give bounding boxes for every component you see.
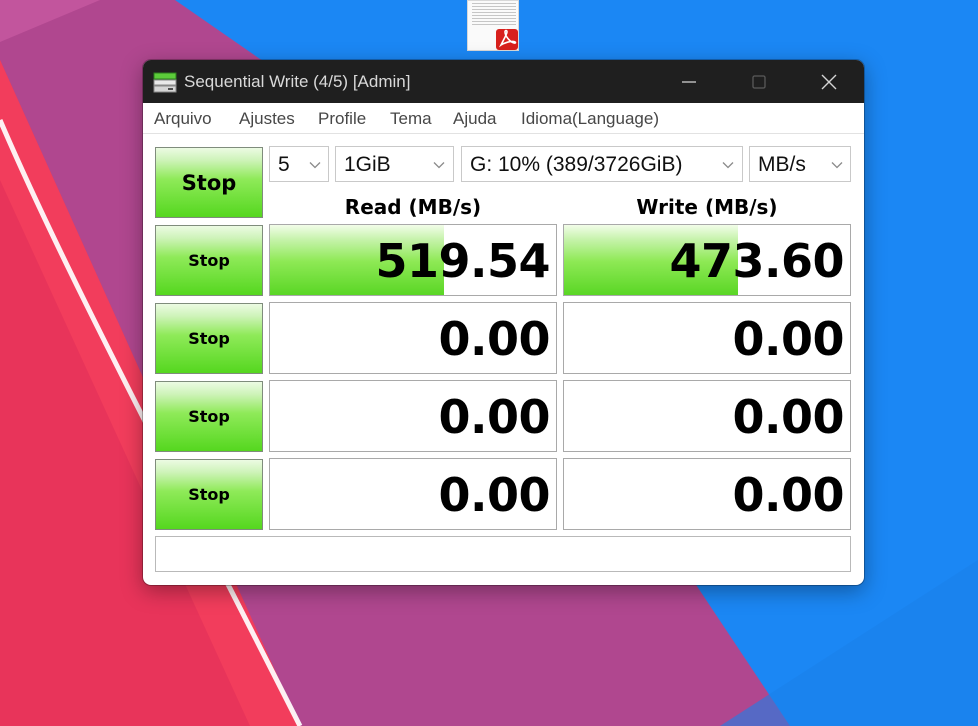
chevron-down-icon [831, 162, 843, 169]
chevron-down-icon [433, 162, 445, 169]
test-size-select[interactable]: 1GiB [335, 146, 454, 182]
unit-value: MB/s [758, 153, 806, 176]
title-bar[interactable]: Sequential Write (4/5) [Admin] [143, 60, 864, 103]
menu-ajuda[interactable]: Ajuda [453, 109, 496, 129]
document-preview [472, 3, 516, 25]
read-column-header: Read (MB/s) [344, 195, 482, 219]
write-result-value: 0.00 [732, 468, 845, 522]
window-title: Sequential Write (4/5) [Admin] [184, 72, 411, 91]
test-size-value: 1GiB [344, 153, 391, 176]
chevron-down-icon [309, 162, 321, 169]
minimize-icon [682, 81, 696, 83]
menu-bar: Arquivo Ajustes Profile Tema Ajuda Idiom… [143, 103, 864, 134]
close-button[interactable] [794, 60, 864, 103]
pdf-badge-icon [496, 29, 518, 50]
close-icon [821, 74, 837, 90]
write-result-meter: 0.00 [563, 302, 851, 374]
read-result-meter: 519.54 [269, 224, 557, 296]
write-result-value: 0.00 [732, 390, 845, 444]
pdf-file-icon[interactable] [467, 0, 519, 51]
read-result-value: 519.54 [375, 234, 550, 288]
unit-select[interactable]: MB/s [749, 146, 851, 182]
minimize-button[interactable] [654, 60, 724, 103]
row-stop-button[interactable]: Stop [155, 381, 263, 452]
write-result-meter: 473.60 [563, 224, 851, 296]
read-result-value: 0.00 [438, 468, 551, 522]
chevron-down-icon [722, 162, 734, 169]
row-stop-button[interactable]: Stop [155, 303, 263, 374]
app-window: Sequential Write (4/5) [Admin] Arquivo A… [143, 60, 864, 585]
write-column-header: Write (MB/s) [636, 195, 778, 219]
maximize-icon [752, 75, 766, 89]
test-count-select[interactable]: 5 [269, 146, 329, 182]
menu-profile[interactable]: Profile [318, 109, 366, 129]
write-result-meter: 0.00 [563, 458, 851, 530]
all-stop-button[interactable]: Stop [155, 147, 263, 218]
write-result-value: 473.60 [669, 234, 844, 288]
read-result-value: 0.00 [438, 390, 551, 444]
read-result-value: 0.00 [438, 312, 551, 366]
menu-ajustes[interactable]: Ajustes [239, 109, 295, 129]
menu-tema[interactable]: Tema [390, 109, 432, 129]
write-result-meter: 0.00 [563, 380, 851, 452]
status-comment-field[interactable] [155, 536, 851, 572]
read-result-meter: 0.00 [269, 302, 557, 374]
drive-value: G: 10% (389/3726GiB) [470, 153, 683, 176]
test-count-value: 5 [278, 153, 290, 176]
row-stop-button[interactable]: Stop [155, 459, 263, 530]
maximize-button[interactable] [724, 60, 794, 103]
menu-arquivo[interactable]: Arquivo [154, 109, 212, 129]
drive-select[interactable]: G: 10% (389/3726GiB) [461, 146, 743, 182]
write-result-value: 0.00 [732, 312, 845, 366]
read-result-meter: 0.00 [269, 458, 557, 530]
disk-drive-icon [153, 72, 177, 93]
read-result-meter: 0.00 [269, 380, 557, 452]
row-stop-button[interactable]: Stop [155, 225, 263, 296]
menu-idioma[interactable]: Idioma(Language) [521, 109, 659, 129]
